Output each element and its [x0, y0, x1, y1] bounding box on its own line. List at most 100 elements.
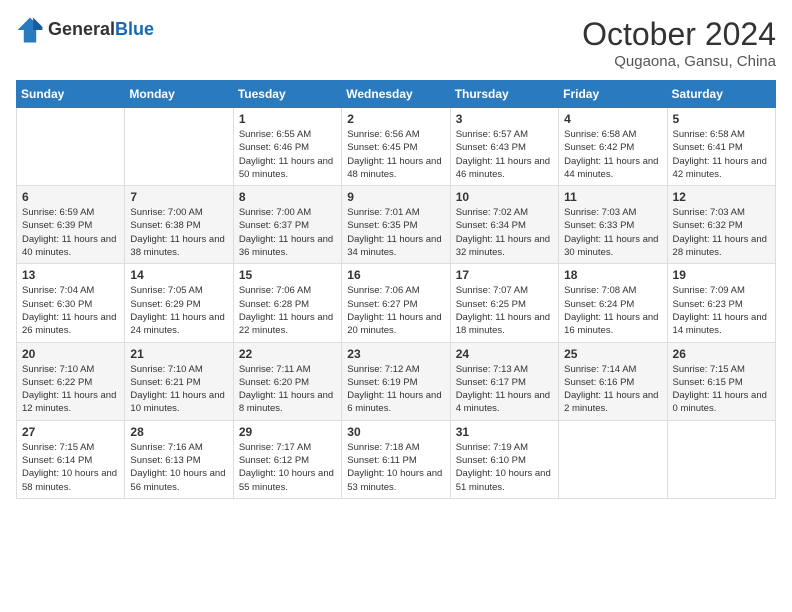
calendar-cell: [559, 420, 667, 498]
day-info: Sunrise: 6:58 AMSunset: 6:41 PMDaylight:…: [673, 128, 770, 181]
day-number: 1: [239, 112, 336, 126]
calendar-cell: 20Sunrise: 7:10 AMSunset: 6:22 PMDayligh…: [17, 342, 125, 420]
calendar-cell: 5 Sunrise: 6:58 AMSunset: 6:41 PMDaylight…: [667, 108, 775, 186]
calendar-week-row: 27Sunrise: 7:15 AMSunset: 6:14 PMDayligh…: [17, 420, 776, 498]
day-info: Sunrise: 6:56 AMSunset: 6:45 PMDaylight:…: [347, 128, 444, 181]
logo-text: GeneralBlue: [48, 20, 154, 40]
calendar-cell: [667, 420, 775, 498]
calendar-cell: 15 Sunrise: 7:06 AMSunset: 6:28 PMDayligh…: [233, 264, 341, 342]
calendar-week-row: 20Sunrise: 7:10 AMSunset: 6:22 PMDayligh…: [17, 342, 776, 420]
calendar-cell: 28Sunrise: 7:16 AMSunset: 6:13 PMDayligh…: [125, 420, 233, 498]
calendar-cell: 19Sunrise: 7:09 AMSunset: 6:23 PMDayligh…: [667, 264, 775, 342]
calendar-cell: 17 Sunrise: 7:07 AMSunset: 6:25 PMDayligh…: [450, 264, 558, 342]
day-info: Sunrise: 6:59 AMSunset: 6:39 PMDaylight:…: [22, 206, 119, 259]
day-number: 14: [130, 268, 227, 282]
day-info: Sunrise: 7:08 AMSunset: 6:24 PMDaylight:…: [564, 284, 661, 337]
day-info: Sunrise: 7:03 AMSunset: 6:32 PMDaylight:…: [673, 206, 770, 259]
day-info: Sunrise: 7:12 AMSunset: 6:19 PMDaylight:…: [347, 363, 444, 416]
day-number: 21: [130, 347, 227, 361]
day-info: Sunrise: 6:58 AMSunset: 6:42 PMDaylight:…: [564, 128, 661, 181]
title-block: October 2024 Qugaona, Gansu, China: [582, 16, 776, 70]
day-number: 13: [22, 268, 119, 282]
weekday-header-row: SundayMondayTuesdayWednesdayThursdayFrid…: [17, 81, 776, 108]
logo: GeneralBlue: [16, 16, 154, 44]
calendar-cell: 29 Sunrise: 7:17 AMSunset: 6:12 PMDayligh…: [233, 420, 341, 498]
calendar-cell: 18 Sunrise: 7:08 AMSunset: 6:24 PMDayligh…: [559, 264, 667, 342]
calendar-body: 1 Sunrise: 6:55 AMSunset: 6:46 PMDaylight…: [17, 108, 776, 499]
day-number: 7: [130, 190, 227, 204]
day-number: 3: [456, 112, 553, 126]
weekday-header-cell: Thursday: [450, 81, 558, 108]
day-info: Sunrise: 7:14 AMSunset: 6:16 PMDaylight:…: [564, 363, 661, 416]
day-number: 25: [564, 347, 661, 361]
day-number: 31: [456, 425, 553, 439]
day-number: 2: [347, 112, 444, 126]
calendar-cell: 25 Sunrise: 7:14 AMSunset: 6:16 PMDayligh…: [559, 342, 667, 420]
day-number: 15: [239, 268, 336, 282]
calendar-cell: 9 Sunrise: 7:01 AMSunset: 6:35 PMDaylight…: [342, 186, 450, 264]
day-info: Sunrise: 7:19 AMSunset: 6:10 PMDaylight:…: [456, 441, 553, 494]
day-number: 8: [239, 190, 336, 204]
day-number: 17: [456, 268, 553, 282]
day-number: 11: [564, 190, 661, 204]
calendar-cell: [125, 108, 233, 186]
day-info: Sunrise: 7:06 AMSunset: 6:28 PMDaylight:…: [239, 284, 336, 337]
day-number: 29: [239, 425, 336, 439]
calendar-table: SundayMondayTuesdayWednesdayThursdayFrid…: [16, 80, 776, 499]
weekday-header-cell: Tuesday: [233, 81, 341, 108]
weekday-header-cell: Wednesday: [342, 81, 450, 108]
calendar-cell: 1 Sunrise: 6:55 AMSunset: 6:46 PMDaylight…: [233, 108, 341, 186]
day-info: Sunrise: 6:57 AMSunset: 6:43 PMDaylight:…: [456, 128, 553, 181]
day-number: 4: [564, 112, 661, 126]
calendar-cell: 30Sunrise: 7:18 AMSunset: 6:11 PMDayligh…: [342, 420, 450, 498]
day-info: Sunrise: 7:00 AMSunset: 6:37 PMDaylight:…: [239, 206, 336, 259]
day-number: 10: [456, 190, 553, 204]
day-info: Sunrise: 7:05 AMSunset: 6:29 PMDaylight:…: [130, 284, 227, 337]
page-header: GeneralBlue October 2024 Qugaona, Gansu,…: [16, 16, 776, 70]
day-info: Sunrise: 7:03 AMSunset: 6:33 PMDaylight:…: [564, 206, 661, 259]
day-number: 26: [673, 347, 770, 361]
calendar-cell: 27Sunrise: 7:15 AMSunset: 6:14 PMDayligh…: [17, 420, 125, 498]
calendar-cell: 8 Sunrise: 7:00 AMSunset: 6:37 PMDaylight…: [233, 186, 341, 264]
calendar-cell: 6Sunrise: 6:59 AMSunset: 6:39 PMDaylight…: [17, 186, 125, 264]
day-info: Sunrise: 6:55 AMSunset: 6:46 PMDaylight:…: [239, 128, 336, 181]
day-number: 23: [347, 347, 444, 361]
day-number: 12: [673, 190, 770, 204]
day-number: 19: [673, 268, 770, 282]
calendar-cell: 12 Sunrise: 7:03 AMSunset: 6:32 PMDayligh…: [667, 186, 775, 264]
calendar-cell: 13 Sunrise: 7:04 AMSunset: 6:30 PMDayligh…: [17, 264, 125, 342]
day-info: Sunrise: 7:17 AMSunset: 6:12 PMDaylight:…: [239, 441, 336, 494]
calendar-cell: 7 Sunrise: 7:00 AMSunset: 6:38 PMDaylight…: [125, 186, 233, 264]
logo-icon: [16, 16, 44, 44]
day-number: 5: [673, 112, 770, 126]
calendar-cell: 22Sunrise: 7:11 AMSunset: 6:20 PMDayligh…: [233, 342, 341, 420]
weekday-header-cell: Saturday: [667, 81, 775, 108]
calendar-cell: 26 Sunrise: 7:15 AMSunset: 6:15 PMDayligh…: [667, 342, 775, 420]
month-title: October 2024: [582, 16, 776, 53]
calendar-cell: 14 Sunrise: 7:05 AMSunset: 6:29 PMDayligh…: [125, 264, 233, 342]
day-info: Sunrise: 7:10 AMSunset: 6:21 PMDaylight:…: [130, 363, 227, 416]
day-info: Sunrise: 7:15 AMSunset: 6:15 PMDaylight:…: [673, 363, 770, 416]
day-info: Sunrise: 7:13 AMSunset: 6:17 PMDaylight:…: [456, 363, 553, 416]
calendar-cell: 23 Sunrise: 7:12 AMSunset: 6:19 PMDayligh…: [342, 342, 450, 420]
day-number: 16: [347, 268, 444, 282]
day-number: 18: [564, 268, 661, 282]
day-number: 28: [130, 425, 227, 439]
calendar-cell: 4 Sunrise: 6:58 AMSunset: 6:42 PMDaylight…: [559, 108, 667, 186]
calendar-cell: 31 Sunrise: 7:19 AMSunset: 6:10 PMDayligh…: [450, 420, 558, 498]
calendar-cell: 2 Sunrise: 6:56 AMSunset: 6:45 PMDaylight…: [342, 108, 450, 186]
day-info: Sunrise: 7:01 AMSunset: 6:35 PMDaylight:…: [347, 206, 444, 259]
calendar-week-row: 6Sunrise: 6:59 AMSunset: 6:39 PMDaylight…: [17, 186, 776, 264]
day-info: Sunrise: 7:04 AMSunset: 6:30 PMDaylight:…: [22, 284, 119, 337]
calendar-week-row: 1 Sunrise: 6:55 AMSunset: 6:46 PMDaylight…: [17, 108, 776, 186]
day-info: Sunrise: 7:02 AMSunset: 6:34 PMDaylight:…: [456, 206, 553, 259]
day-info: Sunrise: 7:07 AMSunset: 6:25 PMDaylight:…: [456, 284, 553, 337]
day-info: Sunrise: 7:00 AMSunset: 6:38 PMDaylight:…: [130, 206, 227, 259]
day-number: 22: [239, 347, 336, 361]
day-info: Sunrise: 7:06 AMSunset: 6:27 PMDaylight:…: [347, 284, 444, 337]
calendar-cell: 3 Sunrise: 6:57 AMSunset: 6:43 PMDaylight…: [450, 108, 558, 186]
day-number: 27: [22, 425, 119, 439]
calendar-cell: 16 Sunrise: 7:06 AMSunset: 6:27 PMDayligh…: [342, 264, 450, 342]
calendar-week-row: 13 Sunrise: 7:04 AMSunset: 6:30 PMDayligh…: [17, 264, 776, 342]
day-number: 9: [347, 190, 444, 204]
